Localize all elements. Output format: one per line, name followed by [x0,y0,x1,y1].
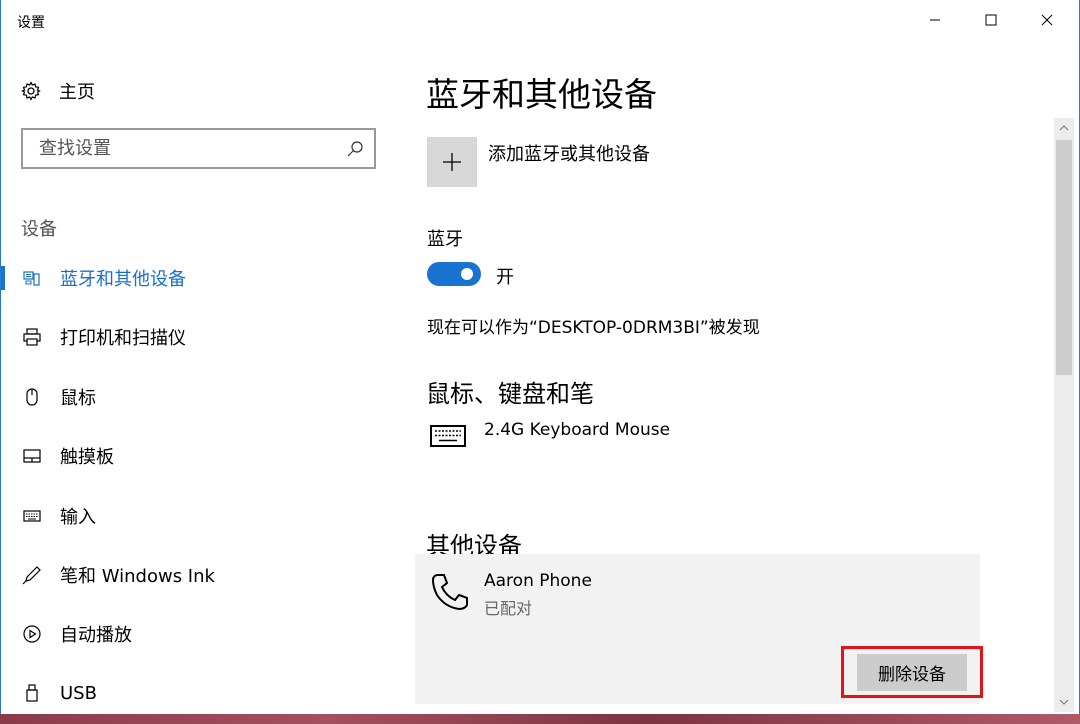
printer-icon [21,326,43,348]
device-status: 已配对 [484,599,533,618]
keyboard-icon [21,505,43,527]
toggle-knob [461,268,473,280]
add-device-button[interactable] [427,137,477,187]
autoplay-icon [21,623,43,645]
bluetooth-devices-icon [21,267,43,289]
sidebar-item-label: 笔和 Windows Ink [60,566,215,587]
title-bar: 设置 [1,0,1079,44]
device-name: 2.4G Keyboard Mouse [484,420,671,440]
device-item-phone[interactable]: Aaron Phone 已配对 [429,571,592,619]
close-button[interactable] [1019,0,1075,40]
scroll-down-icon[interactable] [1054,692,1074,712]
search-box[interactable] [21,128,376,169]
sidebar-item-label: 输入 [60,507,96,528]
sidebar-item-touchpad[interactable]: 触摸板 [1,436,396,476]
search-input[interactable] [37,137,331,160]
highlight-box [841,646,983,698]
page-title: 蓝牙和其他设备 [426,75,657,114]
close-icon [1041,14,1053,26]
add-device-label[interactable]: 添加蓝牙或其他设备 [488,140,650,166]
desktop-background-strip [0,714,1080,724]
home-link[interactable]: 主页 [21,79,95,103]
window-title: 设置 [17,15,45,31]
minimize-icon [930,19,940,21]
sidebar-item-pen[interactable]: 笔和 Windows Ink [1,555,396,595]
scrollbar-thumb[interactable] [1056,140,1072,375]
maximize-button[interactable] [963,0,1019,40]
sidebar-item-input[interactable]: 输入 [1,496,396,536]
sidebar-item-autoplay[interactable]: 自动播放 [1,614,396,654]
discoverable-text: 现在可以作为“DESKTOP-0DRM3BI”被发现 [427,318,760,338]
bluetooth-label: 蓝牙 [427,229,463,250]
home-label: 主页 [59,82,95,103]
bluetooth-toggle[interactable] [427,262,481,286]
sidebar-item-mouse[interactable]: 鼠标 [1,377,396,417]
keyboard-icon [430,425,466,447]
scrollbar[interactable] [1054,118,1074,712]
sidebar-item-label: 蓝牙和其他设备 [60,269,186,290]
sidebar-item-bluetooth[interactable]: 蓝牙和其他设备 [1,258,396,298]
sidebar-item-label: 鼠标 [60,388,96,409]
sidebar-item-usb[interactable]: USB [1,673,396,713]
sidebar-item-label: USB [60,682,97,704]
minimize-button[interactable] [907,0,963,40]
devices-section-label: 设备 [21,219,57,240]
bluetooth-state: 开 [496,267,514,288]
sidebar-item-printers[interactable]: 打印机和扫描仪 [1,317,396,357]
mouse-keyboard-pen-heading: 鼠标、键盘和笔 [426,380,594,408]
sidebar-item-label: 打印机和扫描仪 [60,328,186,349]
device-item-keyboard-mouse[interactable]: 2.4G Keyboard Mouse [429,420,670,450]
scroll-up-icon[interactable] [1054,118,1074,138]
device-name: Aaron Phone [484,571,592,591]
selection-indicator [1,266,5,290]
sidebar-item-label: 触摸板 [60,447,114,468]
plus-icon [443,153,461,171]
pen-icon [21,564,43,586]
mouse-icon [21,386,43,408]
maximize-icon [985,14,997,26]
gear-icon [21,81,41,101]
search-icon[interactable] [346,140,364,158]
touchpad-icon [21,445,43,467]
sidebar-item-label: 自动播放 [60,625,132,646]
usb-icon [21,682,43,704]
phone-icon [431,574,468,611]
settings-window: 设置 主页 设备 [0,0,1080,724]
